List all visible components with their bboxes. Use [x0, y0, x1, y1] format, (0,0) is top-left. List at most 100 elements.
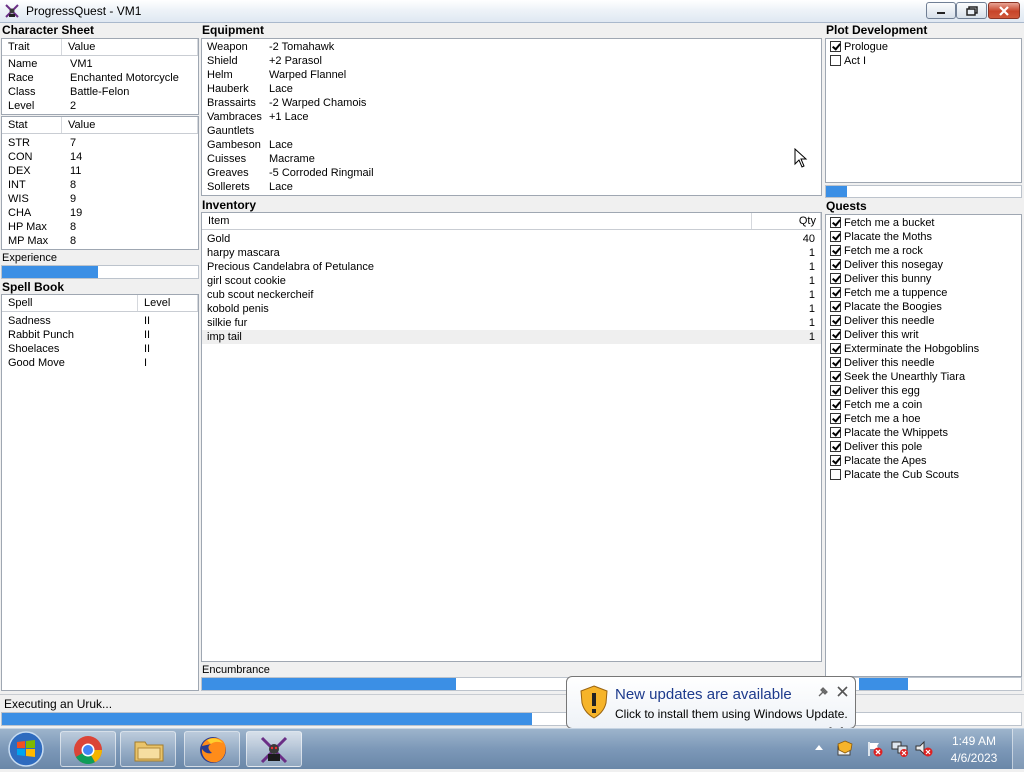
checkbox-checked[interactable] [830, 357, 841, 368]
quest-item[interactable]: Fetch me a bucket [826, 216, 1021, 230]
quest-item[interactable]: Placate the Boogies [826, 300, 1021, 314]
equipment-row[interactable]: Vambraces +1 Lace [202, 110, 821, 124]
inventory-row[interactable]: silkie fur 1 [202, 316, 821, 330]
checkbox-checked[interactable] [830, 427, 841, 438]
plot-item[interactable]: Act I [826, 54, 1021, 68]
inventory-row[interactable]: girl scout cookie 1 [202, 274, 821, 288]
col-value[interactable]: Value [62, 39, 198, 55]
network-icon[interactable] [890, 740, 910, 758]
checkbox-checked[interactable] [830, 231, 841, 242]
quest-item[interactable]: Placate the Moths [826, 230, 1021, 244]
quest-item[interactable]: Placate the Apes [826, 454, 1021, 468]
stat-row[interactable]: HP Max 8 [2, 220, 198, 234]
quest-item[interactable]: Fetch me a hoe [826, 412, 1021, 426]
checkbox-checked[interactable] [830, 441, 841, 452]
checkbox-checked[interactable] [830, 399, 841, 410]
close-button[interactable] [988, 2, 1020, 19]
tray-expand-icon[interactable] [814, 743, 824, 751]
clock-date[interactable]: 4/6/2023 [944, 751, 1004, 765]
spell-row[interactable]: Shoelaces II [2, 342, 198, 356]
title-bar[interactable]: ProgressQuest - VM1 [0, 0, 1024, 23]
checkbox-checked[interactable] [830, 245, 841, 256]
stat-row[interactable]: WIS 9 [2, 192, 198, 206]
checkbox-checked[interactable] [830, 41, 841, 52]
checkbox-unchecked[interactable] [830, 55, 841, 66]
action-center-flag-icon[interactable] [866, 740, 884, 758]
spell-row[interactable]: Sadness II [2, 314, 198, 328]
col-trait[interactable]: Trait [2, 39, 62, 55]
plot-item[interactable]: Prologue [826, 40, 1021, 54]
checkbox-checked[interactable] [830, 329, 841, 340]
inventory-row[interactable]: cub scout neckercheif 1 [202, 288, 821, 302]
taskbar-explorer[interactable] [120, 731, 176, 767]
windows-update-tray-icon[interactable] [836, 739, 854, 757]
equipment-row[interactable]: Helm Warped Flannel [202, 68, 821, 82]
equipment-row[interactable]: Weapon -2 Tomahawk [202, 40, 821, 54]
update-notification[interactable]: New updates are available Click to insta… [566, 676, 856, 729]
quest-item[interactable]: Fetch me a rock [826, 244, 1021, 258]
quest-item[interactable]: Deliver this bunny [826, 272, 1021, 286]
checkbox-checked[interactable] [830, 455, 841, 466]
equipment-row[interactable]: Gauntlets [202, 124, 821, 138]
stat-row[interactable]: INT 8 [2, 178, 198, 192]
col-qty[interactable]: Qty [752, 213, 821, 229]
equipment-row[interactable]: Shield +2 Parasol [202, 54, 821, 68]
equipment-row[interactable]: Hauberk Lace [202, 82, 821, 96]
inventory-row[interactable]: Precious Candelabra of Petulance 1 [202, 260, 821, 274]
quest-item[interactable]: Deliver this pole [826, 440, 1021, 454]
taskbar-chrome[interactable] [60, 731, 116, 767]
equipment-row[interactable]: Cuisses Macrame [202, 152, 821, 166]
stat-row[interactable]: STR 7 [2, 136, 198, 150]
quest-item[interactable]: Fetch me a tuppence [826, 286, 1021, 300]
col-level[interactable]: Level [138, 295, 198, 311]
inventory-row[interactable]: harpy mascara 1 [202, 246, 821, 260]
quest-item[interactable]: Deliver this egg [826, 384, 1021, 398]
quest-item[interactable]: Deliver this needle [826, 314, 1021, 328]
checkbox-checked[interactable] [830, 413, 841, 424]
inventory-row[interactable]: Gold 40 [202, 232, 821, 246]
equipment-row[interactable]: Gambeson Lace [202, 138, 821, 152]
quest-item[interactable]: Exterminate the Hobgoblins [826, 342, 1021, 356]
col-item[interactable]: Item [202, 213, 752, 229]
col-stat[interactable]: Stat [2, 117, 62, 133]
equipment-row[interactable]: Brassairts -2 Warped Chamois [202, 96, 821, 110]
checkbox-checked[interactable] [830, 287, 841, 298]
col-stat-value[interactable]: Value [62, 117, 198, 133]
restore-button[interactable] [956, 2, 987, 19]
show-desktop-button[interactable] [1012, 729, 1024, 769]
stat-row[interactable]: DEX 11 [2, 164, 198, 178]
taskbar-firefox[interactable] [184, 731, 240, 767]
checkbox-unchecked[interactable] [830, 469, 841, 480]
spell-row[interactable]: Rabbit Punch II [2, 328, 198, 342]
checkbox-checked[interactable] [830, 217, 841, 228]
checkbox-checked[interactable] [830, 315, 841, 326]
inventory-row[interactable]: kobold penis 1 [202, 302, 821, 316]
quest-item[interactable]: Seek the Unearthly Tiara [826, 370, 1021, 384]
taskbar-progressquest[interactable] [246, 731, 302, 767]
start-button[interactable] [2, 729, 50, 769]
quest-item[interactable]: Deliver this writ [826, 328, 1021, 342]
checkbox-checked[interactable] [830, 385, 841, 396]
quest-item[interactable]: Placate the Cub Scouts [826, 468, 1021, 482]
trait-row[interactable]: Class Battle-Felon [2, 85, 198, 99]
clock-time[interactable]: 1:49 AM [944, 734, 1004, 748]
equipment-row[interactable]: Greaves -5 Corroded Ringmail [202, 166, 821, 180]
stat-row[interactable]: CHA 19 [2, 206, 198, 220]
checkbox-checked[interactable] [830, 301, 841, 312]
quest-item[interactable]: Placate the Whippets [826, 426, 1021, 440]
trait-row[interactable]: Name VM1 [2, 57, 198, 71]
trait-row[interactable]: Race Enchanted Motorcycle [2, 71, 198, 85]
quest-item[interactable]: Deliver this needle [826, 356, 1021, 370]
minimize-button[interactable] [926, 2, 956, 19]
checkbox-checked[interactable] [830, 273, 841, 284]
quest-item[interactable]: Fetch me a coin [826, 398, 1021, 412]
checkbox-checked[interactable] [830, 371, 841, 382]
trait-row[interactable]: Level 2 [2, 99, 198, 113]
col-spell[interactable]: Spell [2, 295, 138, 311]
notification-close-icon[interactable] [837, 686, 848, 697]
checkbox-checked[interactable] [830, 259, 841, 270]
spell-row[interactable]: Good Move I [2, 356, 198, 370]
equipment-row[interactable]: Sollerets Lace [202, 180, 821, 194]
checkbox-checked[interactable] [830, 343, 841, 354]
stat-row[interactable]: CON 14 [2, 150, 198, 164]
